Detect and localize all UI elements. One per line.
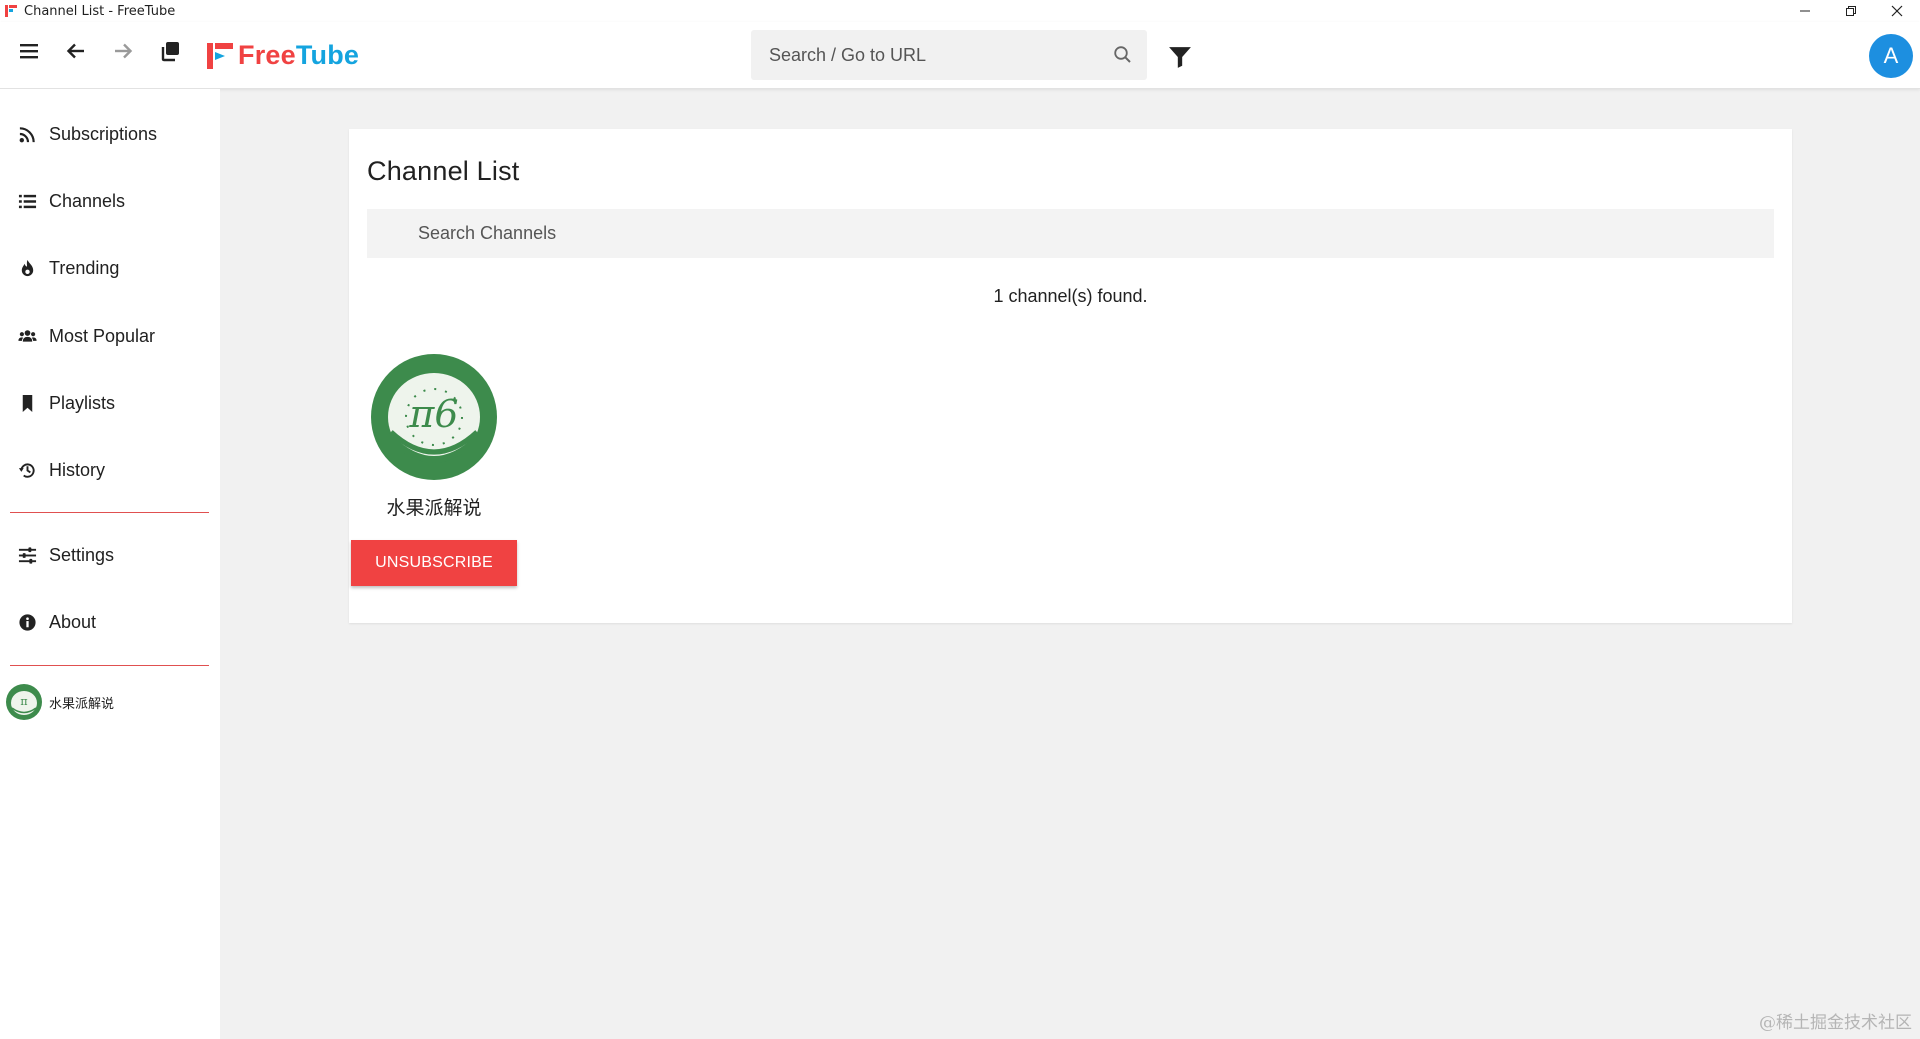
freetube-logo-icon <box>207 42 233 69</box>
sidebar-item-label: About <box>49 611 97 632</box>
sidebar-item-label: History <box>49 459 106 480</box>
sidebar-divider <box>10 665 209 666</box>
history-icon <box>16 459 38 481</box>
new-window-button[interactable] <box>155 36 185 66</box>
sidebar-divider <box>10 512 209 513</box>
sidebar-item-label: Most Popular <box>49 325 156 346</box>
top-nav: FreeTube A <box>0 22 1920 89</box>
search-filter-button[interactable] <box>1165 42 1195 72</box>
fire-icon <box>16 257 38 279</box>
restore-icon <box>1846 6 1856 16</box>
sidebar-item-label: Trending <box>49 257 120 278</box>
search-icon[interactable] <box>1113 45 1133 65</box>
window-title: Channel List - FreeTube <box>24 3 176 19</box>
close-icon <box>1891 5 1903 17</box>
search-url-input[interactable] <box>751 44 1091 66</box>
freetube-app-icon <box>5 5 17 17</box>
search-channels-input[interactable] <box>367 209 1774 258</box>
channel-count-text: 1 channel(s) found. <box>993 286 1148 306</box>
arrow-right-icon <box>115 43 133 59</box>
sidebar-item-channels[interactable]: Channels <box>0 181 220 221</box>
unsubscribe-button[interactable]: UNSUBSCRIBE <box>351 540 517 586</box>
sidebar-item-history[interactable]: History <box>0 450 220 490</box>
channel-list-card: Channel List 1 channel(s) found. π6 水果派解… <box>349 129 1792 623</box>
channel-name[interactable]: 水果派解说 <box>351 493 517 520</box>
sidebar-item-settings[interactable]: Settings <box>0 535 220 575</box>
sidebar: Subscriptions Channels Trending Most Pop… <box>0 89 220 1039</box>
back-button[interactable] <box>61 36 91 66</box>
rss-icon <box>16 123 38 145</box>
freetube-logo[interactable]: FreeTube <box>205 40 359 71</box>
new-window-icon <box>161 42 179 62</box>
info-icon <box>16 611 38 633</box>
page-title: Channel List <box>367 156 520 186</box>
svg-text:π6: π6 <box>408 392 458 436</box>
sidebar-item-label: Playlists <box>49 392 116 413</box>
restore-button[interactable] <box>1828 0 1874 22</box>
svg-text:π: π <box>20 695 27 708</box>
channel-tile: π6 水果派解说 <box>371 354 497 519</box>
list-icon <box>16 190 38 212</box>
channel-avatar: π <box>6 684 42 720</box>
window-titlebar: Channel List - FreeTube <box>0 0 1920 22</box>
sidebar-item-subscriptions[interactable]: Subscriptions <box>0 114 220 154</box>
sidebar-item-label: Subscriptions <box>49 123 158 144</box>
bookmark-icon <box>16 392 38 414</box>
logo-text: FreeTube <box>238 40 360 70</box>
minimize-icon <box>1800 10 1810 12</box>
profile-avatar-button[interactable]: A <box>1869 34 1913 78</box>
menu-button[interactable] <box>14 36 44 66</box>
sidebar-channel-name: 水果派解说 <box>49 696 115 712</box>
arrow-left-icon <box>66 43 84 59</box>
profile-initial: A <box>1883 43 1899 68</box>
close-window-button[interactable] <box>1874 0 1920 22</box>
sidebar-item-label: Channels <box>49 190 126 211</box>
sidebar-item-about[interactable]: About <box>0 602 220 642</box>
forward-button[interactable] <box>108 36 138 66</box>
sidebar-channel-item[interactable]: π 水果派解说 <box>6 684 114 720</box>
sidebar-item-label: Settings <box>49 544 115 565</box>
sidebar-item-playlists[interactable]: Playlists <box>0 383 220 423</box>
sliders-icon <box>16 544 38 566</box>
sidebar-item-trending[interactable]: Trending <box>0 248 220 288</box>
filter-icon <box>1169 47 1191 68</box>
search-box <box>751 30 1147 80</box>
channel-avatar[interactable]: π6 <box>371 354 497 480</box>
watermark: @稀土掘金技术社区 <box>1759 1013 1912 1033</box>
hamburger-menu-icon <box>20 44 38 59</box>
minimize-button[interactable] <box>1782 0 1828 22</box>
users-icon <box>16 325 38 347</box>
sidebar-item-most-popular[interactable]: Most Popular <box>0 316 220 356</box>
